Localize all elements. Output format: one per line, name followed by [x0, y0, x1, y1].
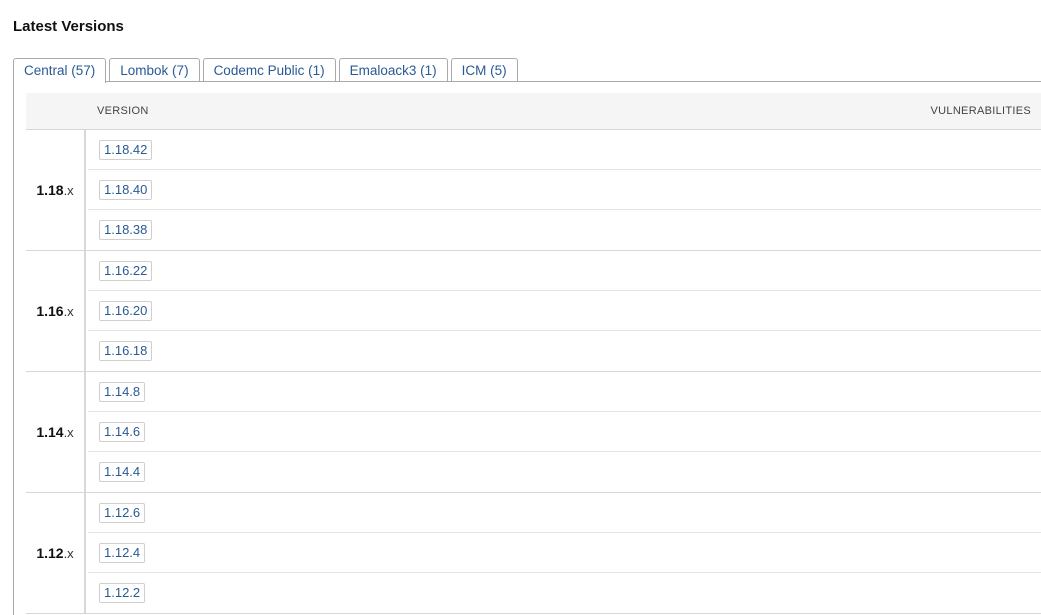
- version-link[interactable]: 1.14.4: [99, 462, 146, 482]
- group-suffix: .x: [63, 424, 74, 440]
- version-link[interactable]: 1.18.38: [99, 220, 153, 240]
- table-row: 1.14.4: [88, 452, 1041, 493]
- repository-tabs: Central (57) Lombok (7) Codemc Public (1…: [13, 58, 518, 83]
- versions-table: VERSION VULNERABILITIES 1.18 .x 1.18.42 1…: [26, 93, 1041, 614]
- version-link[interactable]: 1.14.6: [99, 422, 146, 442]
- version-link[interactable]: 1.12.2: [99, 583, 146, 603]
- section-title: Latest Versions: [13, 18, 124, 35]
- table-row: 1.18.38: [88, 210, 1041, 251]
- tab-codemc-public[interactable]: Codemc Public (1): [202, 58, 336, 82]
- group-suffix: .x: [63, 545, 74, 561]
- group-label: 1.14 .x: [26, 372, 86, 492]
- group-major: 1.12: [36, 545, 64, 561]
- table-row: 1.16.18: [88, 331, 1041, 372]
- table-row: 1.18.42: [88, 130, 1041, 170]
- version-group: 1.14 .x 1.14.8 1.14.6 1.14.4: [26, 372, 1041, 493]
- tab-emaloack3[interactable]: Emaloack3 (1): [338, 58, 448, 82]
- version-link[interactable]: 1.16.20: [99, 301, 153, 321]
- tab-icm[interactable]: ICM (5): [450, 58, 518, 82]
- vulnerabilities-column-header: VULNERABILITIES: [930, 105, 1031, 117]
- group-label: 1.16 .x: [26, 251, 86, 371]
- table-row: 1.16.20: [88, 291, 1041, 331]
- version-link[interactable]: 1.16.18: [99, 341, 153, 361]
- table-row: 1.14.6: [88, 412, 1041, 452]
- group-major: 1.18: [36, 182, 64, 198]
- version-group: 1.12 .x 1.12.6 1.12.4 1.12.2: [26, 493, 1041, 614]
- version-link[interactable]: 1.18.42: [99, 140, 153, 160]
- group-suffix: .x: [63, 303, 74, 319]
- table-row: 1.12.2: [88, 573, 1041, 614]
- group-label: 1.12 .x: [26, 493, 86, 613]
- version-group: 1.18 .x 1.18.42 1.18.40 1.18.38: [26, 130, 1041, 251]
- group-major: 1.16: [36, 303, 64, 319]
- version-column-header: VERSION: [97, 105, 149, 117]
- table-row: 1.12.4: [88, 533, 1041, 573]
- version-group: 1.16 .x 1.16.22 1.16.20 1.16.18: [26, 251, 1041, 372]
- version-link[interactable]: 1.14.8: [99, 382, 146, 402]
- group-major: 1.14: [36, 424, 64, 440]
- tab-lombok[interactable]: Lombok (7): [109, 58, 200, 82]
- tab-central[interactable]: Central (57): [13, 58, 107, 83]
- version-link[interactable]: 1.18.40: [99, 180, 153, 200]
- version-link[interactable]: 1.12.4: [99, 543, 146, 563]
- table-row: 1.14.8: [88, 372, 1041, 412]
- table-row: 1.16.22: [88, 251, 1041, 291]
- table-header: VERSION VULNERABILITIES: [26, 93, 1041, 130]
- version-link[interactable]: 1.16.22: [99, 261, 153, 281]
- group-label: 1.18 .x: [26, 130, 86, 250]
- table-row: 1.12.6: [88, 493, 1041, 533]
- tab-panel: VERSION VULNERABILITIES 1.18 .x 1.18.42 1…: [13, 81, 1041, 615]
- table-row: 1.18.40: [88, 170, 1041, 210]
- version-link[interactable]: 1.12.6: [99, 503, 146, 523]
- group-suffix: .x: [63, 182, 74, 198]
